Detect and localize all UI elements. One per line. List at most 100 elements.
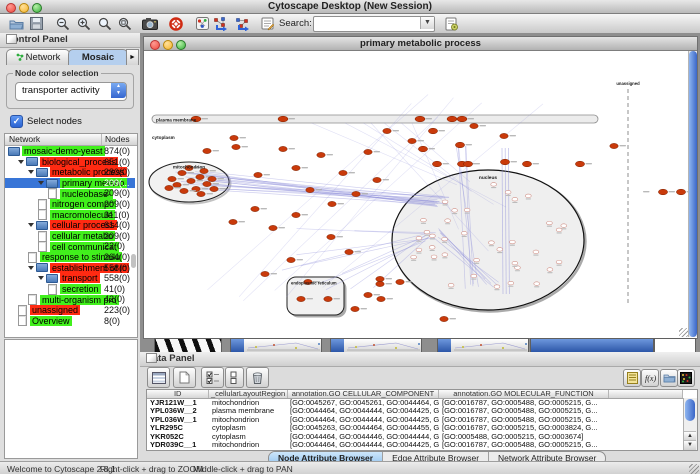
graph-node[interactable] [421, 218, 427, 222]
graph-node[interactable] [432, 161, 441, 167]
graph-node[interactable] [442, 237, 448, 241]
graph-node[interactable] [556, 260, 562, 264]
graph-node[interactable] [676, 189, 685, 195]
node-color-dropdown[interactable]: transporter activity ▲▼ [15, 82, 127, 101]
float-panel-icon[interactable] [6, 34, 17, 44]
column-header[interactable]: annotation.GO CELLULAR_COMPONENT [288, 390, 440, 398]
graph-node[interactable] [547, 221, 553, 225]
graph-edge[interactable] [207, 94, 428, 289]
column-header[interactable] [609, 390, 683, 398]
graph-node[interactable] [376, 281, 384, 286]
tree-row[interactable]: metabolic process280(0) [5, 167, 135, 178]
background-window[interactable] [154, 338, 222, 352]
help-icon[interactable] [167, 15, 185, 32]
tree-row[interactable]: multi-organism pro42(0) [5, 294, 135, 305]
tab-overflow-arrow-icon[interactable]: ► [126, 49, 139, 65]
graph-node[interactable] [168, 176, 176, 181]
tree-row[interactable]: Overview8(0) [5, 316, 135, 327]
expand-arrow-icon[interactable] [18, 160, 24, 164]
tree-row[interactable]: mosaic-demo-yeast874(0) [5, 146, 135, 157]
graph-node[interactable] [416, 236, 422, 240]
graph-node[interactable] [430, 234, 436, 238]
network-vertical-scrollbar[interactable] [688, 51, 697, 337]
graph-node[interactable] [178, 170, 186, 175]
tree-row[interactable]: response to stimulu264(0) [5, 252, 135, 263]
search-field[interactable] [316, 17, 420, 31]
graph-node[interactable] [471, 274, 477, 278]
graph-node[interactable] [525, 194, 531, 198]
background-window[interactable] [437, 338, 529, 352]
graph-node[interactable] [431, 255, 437, 259]
background-window[interactable] [330, 338, 422, 352]
graph-node[interactable] [494, 285, 500, 289]
graph-node[interactable] [561, 224, 567, 228]
chevron-down-icon[interactable]: ▼ [420, 17, 434, 29]
attribute-table-icon[interactable] [147, 367, 170, 388]
annotation-icon[interactable] [259, 15, 277, 32]
graph-node[interactable] [448, 283, 454, 287]
graph-node[interactable] [547, 268, 553, 272]
window-resize-grip[interactable] [689, 464, 699, 474]
graph-node[interactable] [324, 296, 332, 301]
graph-node[interactable] [351, 306, 359, 311]
frame-titlebar[interactable]: primary metabolic process [144, 37, 697, 51]
graph-node[interactable] [317, 152, 325, 157]
graph-node[interactable] [509, 240, 515, 244]
zoom-selected-icon[interactable] [96, 15, 114, 32]
graph-node[interactable] [208, 176, 216, 181]
graph-node[interactable] [658, 189, 667, 195]
graph-node[interactable] [229, 219, 237, 224]
tree-row[interactable]: secretion41(0) [5, 284, 135, 295]
tree-row[interactable]: cellular metabo209(0) [5, 231, 135, 242]
graph-node[interactable] [261, 271, 269, 276]
graph-node[interactable] [196, 174, 204, 179]
graph-node[interactable] [364, 149, 372, 154]
graph-node[interactable] [447, 116, 457, 122]
graph-node[interactable] [429, 246, 435, 250]
expand-arrow-icon[interactable] [38, 181, 44, 185]
graph-node[interactable] [418, 146, 427, 152]
graph-node[interactable] [534, 282, 540, 286]
tree-row[interactable]: nucleobase-209(0) [5, 188, 135, 199]
graph-node[interactable] [489, 241, 495, 245]
graph-node[interactable] [287, 257, 295, 262]
graph-node[interactable] [251, 206, 259, 211]
tree-row[interactable]: establishment of lo558(0) [5, 263, 135, 274]
float-panel-icon[interactable] [146, 353, 157, 363]
scrollbar-thumb[interactable] [689, 51, 697, 337]
snapshot-icon[interactable] [141, 15, 159, 32]
graph-node[interactable] [428, 128, 437, 134]
graph-node[interactable] [203, 148, 211, 153]
list-icon[interactable] [623, 369, 641, 387]
select-attributes-icon[interactable] [201, 367, 224, 388]
graph-node[interactable] [254, 172, 262, 177]
unselect-attributes-icon[interactable] [225, 367, 244, 388]
save-icon[interactable] [27, 15, 45, 32]
graph-node[interactable] [269, 225, 277, 230]
graph-node[interactable] [396, 279, 404, 284]
graph-node[interactable] [500, 133, 508, 138]
frame-resize-grip[interactable] [679, 328, 688, 337]
expand-arrow-icon[interactable] [28, 266, 34, 270]
zoom-out-icon[interactable] [54, 15, 72, 32]
graph-node[interactable] [230, 135, 238, 140]
background-window[interactable] [230, 338, 322, 352]
graph-node[interactable] [292, 165, 300, 170]
graph-node[interactable] [203, 181, 211, 186]
graph-node[interactable] [505, 190, 511, 194]
graph-node[interactable] [180, 188, 188, 193]
tree-row[interactable]: nitrogen compo209(0) [5, 199, 135, 210]
table-row[interactable]: YPL036W__1mitochondrion[GO:0044464, GO:0… [147, 416, 683, 424]
tree-row[interactable]: macromolecule311(0) [5, 210, 135, 221]
layout-alt-icon[interactable] [234, 15, 252, 32]
graph-node[interactable] [232, 144, 240, 149]
open-icon[interactable] [7, 15, 25, 32]
tree-row[interactable]: primary metabo209(... [5, 178, 135, 189]
search-options-icon[interactable] [443, 15, 461, 32]
graph-node[interactable] [497, 248, 503, 252]
column-header[interactable]: annotation.GO MOLECULAR_FUNCTION [439, 390, 608, 398]
expand-arrow-icon[interactable] [28, 223, 34, 227]
graph-node[interactable] [424, 230, 430, 234]
graph-node[interactable] [339, 170, 347, 175]
scroll-down-icon[interactable]: ▼ [684, 440, 696, 450]
